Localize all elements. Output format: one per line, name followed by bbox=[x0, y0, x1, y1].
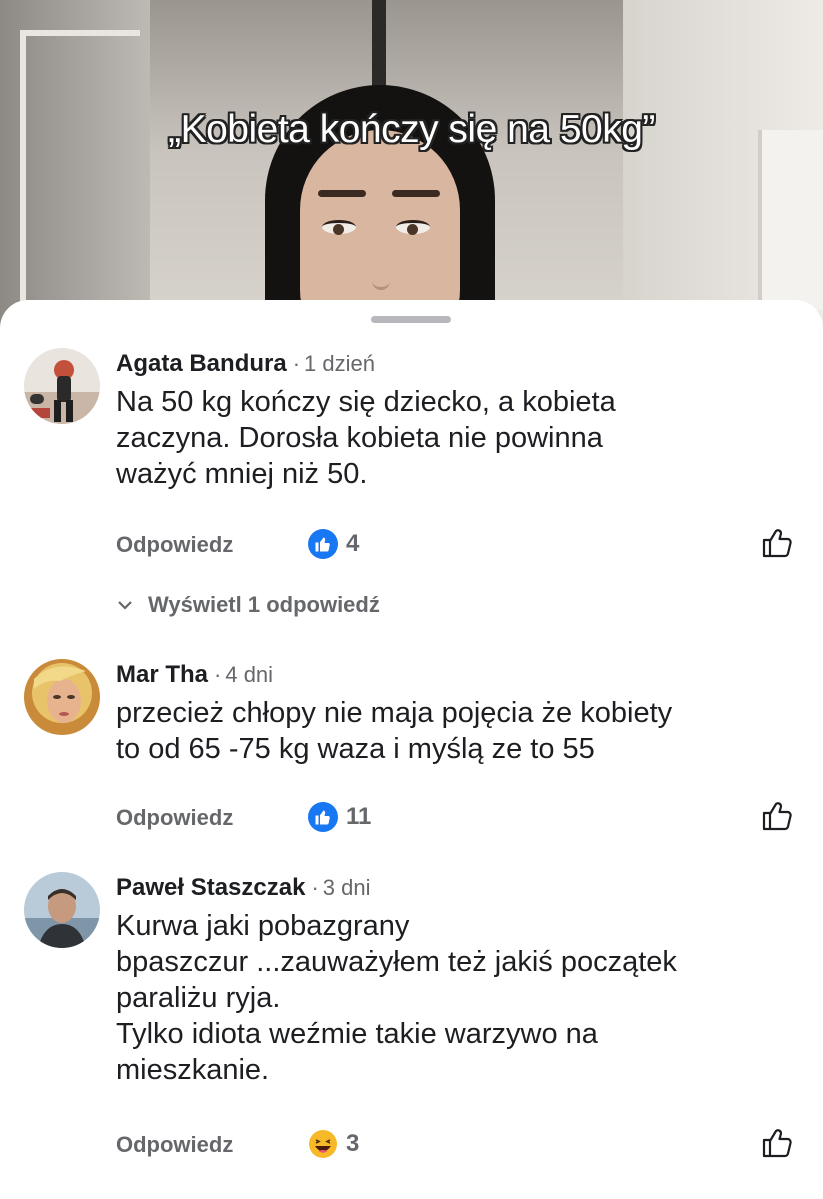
comment-author[interactable]: Paweł Staszczak bbox=[116, 874, 305, 901]
comment-text: przecież chłopy nie maja pojęcia że kobi… bbox=[116, 697, 673, 765]
person-brow bbox=[392, 190, 440, 197]
thumbs-up-icon[interactable] bbox=[760, 799, 794, 833]
comment-item: Mar Tha · 4 dni przecież chłopy nie maja p… bbox=[0, 659, 823, 839]
reply-button[interactable]: Odpowiedz bbox=[116, 805, 233, 831]
avatar[interactable] bbox=[24, 872, 100, 948]
comment-actions: Odpowiedz 3 bbox=[116, 1124, 816, 1164]
comments-sheet: Agata Bandura · 1 dzień Na 50 kg kończy si… bbox=[0, 300, 823, 1199]
thumbs-up-icon[interactable] bbox=[760, 1126, 794, 1160]
comment-time: 4 dni bbox=[225, 662, 274, 687]
avatar[interactable] bbox=[24, 659, 100, 735]
comment-text: Kurwa jaki pobazgrany bpaszczur ...zauwa… bbox=[116, 910, 677, 1086]
comment-header: Agata Bandura · 1 dzień bbox=[116, 350, 375, 378]
comment-text: Na 50 kg kończy się dziecko, a kobieta z… bbox=[116, 386, 616, 490]
comment-author[interactable]: Agata Bandura bbox=[116, 350, 287, 377]
meta-separator: · bbox=[311, 875, 319, 900]
comment-item: Paweł Staszczak · 3 dni Kurwa jaki pobazgr… bbox=[0, 872, 823, 1192]
avatar-photo bbox=[24, 872, 100, 948]
comment-actions: Odpowiedz 4 bbox=[116, 524, 816, 564]
video-background: „Kobieta kończy się na 50kg” bbox=[0, 0, 823, 340]
chevron-down-icon bbox=[118, 601, 132, 610]
avatar-photo bbox=[24, 659, 100, 735]
haha-reaction-icon bbox=[308, 1129, 338, 1159]
person-eye bbox=[396, 220, 430, 235]
reaction-count: 4 bbox=[346, 530, 360, 557]
meta-separator: · bbox=[214, 662, 222, 687]
like-reaction-icon bbox=[308, 802, 338, 832]
background-door-frame bbox=[20, 30, 140, 340]
comment-header: Mar Tha · 4 dni bbox=[116, 661, 273, 689]
reaction-summary[interactable]: 4 bbox=[308, 528, 359, 560]
reaction-summary[interactable]: 3 bbox=[308, 1128, 359, 1160]
view-replies-label: Wyświetl 1 odpowiedź bbox=[148, 592, 380, 617]
comment-author[interactable]: Mar Tha bbox=[116, 661, 208, 688]
comment-time: 1 dzień bbox=[304, 351, 375, 376]
sheet-drag-handle[interactable] bbox=[371, 316, 451, 323]
person-eye bbox=[322, 220, 356, 235]
reaction-count: 11 bbox=[346, 803, 372, 830]
person-nose bbox=[372, 250, 390, 290]
person-brow bbox=[318, 190, 366, 197]
avatar-photo bbox=[24, 348, 100, 424]
comment-time: 3 dni bbox=[322, 875, 371, 900]
meta-separator: · bbox=[292, 351, 301, 376]
comment-item: Agata Bandura · 1 dzień Na 50 kg kończy si… bbox=[0, 348, 823, 648]
reaction-summary[interactable]: 11 bbox=[308, 801, 371, 833]
background-window bbox=[758, 130, 823, 310]
video-caption: „Kobieta kończy się na 50kg” bbox=[168, 108, 655, 151]
view-replies-button[interactable]: Wyświetl 1 odpowiedź bbox=[116, 592, 380, 618]
avatar[interactable] bbox=[24, 348, 100, 424]
comment-header: Paweł Staszczak · 3 dni bbox=[116, 874, 371, 902]
reply-button[interactable]: Odpowiedz bbox=[116, 532, 233, 558]
comment-actions: Odpowiedz 11 bbox=[116, 797, 816, 837]
reply-button[interactable]: Odpowiedz bbox=[116, 1132, 233, 1158]
thumbs-up-icon[interactable] bbox=[760, 526, 794, 560]
reaction-count: 3 bbox=[346, 1130, 360, 1157]
like-reaction-icon bbox=[308, 529, 338, 559]
